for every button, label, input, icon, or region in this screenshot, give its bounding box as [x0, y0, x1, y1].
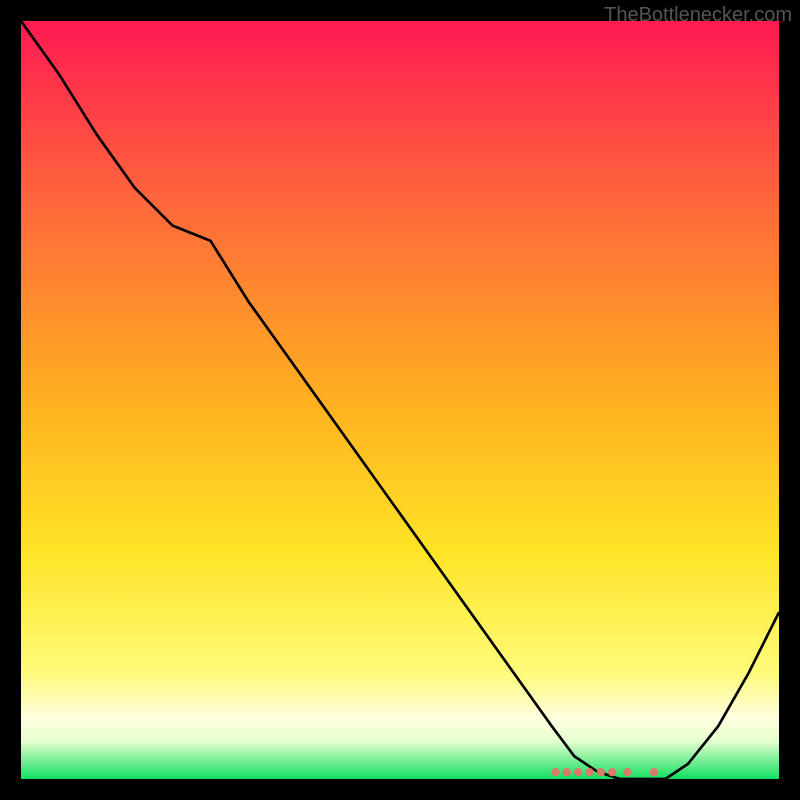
model-marker: [608, 768, 616, 776]
line-overlay: [21, 21, 779, 779]
model-marker: [574, 768, 582, 776]
model-marker: [551, 768, 559, 776]
model-marker: [623, 768, 631, 776]
model-marker: [650, 768, 658, 776]
chart-container: TheBottlenecker.com: [0, 0, 800, 800]
model-marker: [597, 768, 605, 776]
bottleneck-curve: [21, 21, 779, 779]
watermark-text: TheBottlenecker.com: [604, 4, 792, 27]
model-marker: [585, 768, 593, 776]
plot-area: [21, 21, 779, 779]
model-marker: [563, 768, 571, 776]
